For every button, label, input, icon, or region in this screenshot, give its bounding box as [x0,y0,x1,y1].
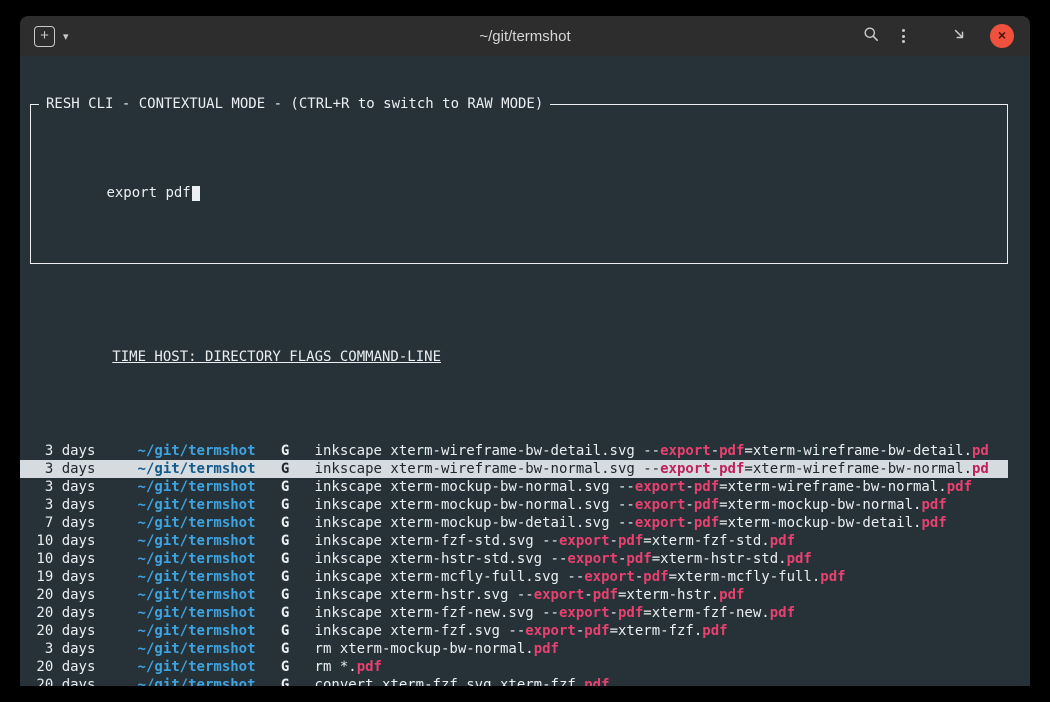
history-row[interactable]: 3 days ~/git/termshot Ginkscape xterm-mock… [20,478,1008,496]
row-time: 20 days [28,658,95,676]
row-time: 3 days [28,496,95,514]
row-host-directory: ~/git/termshot [104,658,256,676]
row-flags: G [264,478,306,496]
new-tab-button[interactable]: + [34,26,55,47]
resh-search-panel: RESH CLI - CONTEXTUAL MODE - (CTRL+R to … [30,104,1008,264]
history-row[interactable]: 10 days ~/git/termshot Ginkscape xterm-hst… [20,550,1008,568]
row-time: 10 days [28,532,95,550]
row-command: inkscape xterm-fzf-new.svg --export-pdf=… [315,604,1008,622]
row-command: inkscape xterm-mcfly-full.svg --export-p… [315,568,1008,586]
row-host-directory: ~/git/termshot [104,514,256,532]
row-host-directory: ~/git/termshot [104,604,256,622]
row-command: rm *.pdf [315,658,1008,676]
row-flags: G [264,640,306,658]
row-flags: G [264,496,306,514]
history-row[interactable]: 7 days ~/git/termshot Ginkscape xterm-mock… [20,514,1008,532]
row-host-directory: ~/git/termshot [104,532,256,550]
row-command: inkscape xterm-mockup-bw-normal.svg --ex… [315,478,1008,496]
row-time: 3 days [28,460,95,478]
row-host-directory: ~/git/termshot [104,640,256,658]
row-time: 3 days [28,442,95,460]
row-flags: G [264,514,306,532]
text-cursor [192,186,200,201]
close-icon: × [998,27,1006,43]
row-command: inkscape xterm-wireframe-bw-normal.svg -… [315,460,1008,478]
history-row[interactable]: 20 days ~/git/termshot Ginkscape xterm-fzf… [20,604,1008,622]
row-time: 7 days [28,514,95,532]
panel-title: RESH CLI - CONTEXTUAL MODE - (CTRL+R to … [39,95,550,113]
row-flags: G [264,676,306,686]
table-header: TIME HOST: DIRECTORY FLAGS COMMAND-LINE [112,349,441,365]
row-host-directory: ~/git/termshot [104,460,256,478]
plus-icon: + [40,27,49,44]
history-row[interactable]: 19 days ~/git/termshot Ginkscape xterm-mcf… [20,568,1008,586]
row-time: 3 days [28,640,95,658]
row-time: 20 days [28,676,95,686]
history-row[interactable]: 3 days ~/git/termshot Ginkscape xterm-wire… [20,460,1008,478]
row-command: inkscape xterm-wireframe-bw-detail.svg -… [315,442,1008,460]
history-row[interactable]: 20 days ~/git/termshot Ginkscape xterm-fzf… [20,622,1008,640]
row-time: 20 days [28,622,95,640]
row-host-directory: ~/git/termshot [104,586,256,604]
row-command: convert xterm-fzf.svg xterm-fzf.pdf [315,676,1008,686]
history-row[interactable]: 20 days ~/git/termshot Ginkscape xterm-hst… [20,586,1008,604]
row-host-directory: ~/git/termshot [104,496,256,514]
history-row[interactable]: 3 days ~/git/termshot Grm xterm-mockup-bw-… [20,640,1008,658]
table-header-row: TIME HOST: DIRECTORY FLAGS COMMAND-LINE [20,330,1030,384]
row-time: 19 days [28,568,95,586]
row-host-directory: ~/git/termshot [104,676,256,686]
titlebar[interactable]: + ▾ ~/git/termshot × [20,16,1030,56]
search-icon[interactable] [863,26,879,47]
restore-window-button[interactable] [951,26,967,47]
row-time: 20 days [28,604,95,622]
history-row[interactable]: 3 days ~/git/termshot Ginkscape xterm-mock… [20,496,1008,514]
close-button[interactable]: × [990,24,1014,48]
row-host-directory: ~/git/termshot [104,568,256,586]
history-row[interactable]: 20 days ~/git/termshot Gconvert xterm-fzf.… [20,676,1008,686]
row-time: 10 days [28,550,95,568]
menu-kebab-icon[interactable] [902,29,905,43]
history-row[interactable]: 3 days ~/git/termshot Ginkscape xterm-wire… [20,442,1008,460]
row-time: 3 days [28,478,95,496]
row-command: inkscape xterm-mockup-bw-detail.svg --ex… [315,514,1008,532]
history-row[interactable]: 20 days ~/git/termshot Grm *.pdf [20,658,1008,676]
row-command: inkscape xterm-mockup-bw-normal.svg --ex… [315,496,1008,514]
row-host-directory: ~/git/termshot [104,550,256,568]
history-rows: 3 days ~/git/termshot Ginkscape xterm-wire… [20,442,1030,686]
row-time: 20 days [28,586,95,604]
row-host-directory: ~/git/termshot [104,442,256,460]
row-host-directory: ~/git/termshot [104,478,256,496]
row-command: inkscape xterm-hstr.svg --export-pdf=xte… [315,586,1008,604]
row-flags: G [264,586,306,604]
restore-window-icon [951,26,967,42]
row-host-directory: ~/git/termshot [104,622,256,640]
chevron-down-icon[interactable]: ▾ [63,30,69,43]
row-command: inkscape xterm-hstr-std.svg --export-pdf… [315,550,1008,568]
terminal-content[interactable]: RESH CLI - CONTEXTUAL MODE - (CTRL+R to … [20,56,1030,686]
search-input[interactable]: export pdf [39,166,999,220]
row-flags: G [264,568,306,586]
row-flags: G [264,622,306,640]
row-flags: G [264,550,306,568]
row-command: rm xterm-mockup-bw-normal.pdf [315,640,1008,658]
search-query-text: export pdf [106,185,190,201]
terminal-window: + ▾ ~/git/termshot × [20,16,1030,686]
row-flags: G [264,604,306,622]
row-flags: G [264,532,306,550]
row-flags: G [264,460,306,478]
history-row[interactable]: 10 days ~/git/termshot Ginkscape xterm-fzf… [20,532,1008,550]
row-flags: G [264,442,306,460]
row-command: inkscape xterm-fzf.svg --export-pdf=xter… [315,622,1008,640]
row-command: inkscape xterm-fzf-std.svg --export-pdf=… [315,532,1008,550]
row-flags: G [264,658,306,676]
